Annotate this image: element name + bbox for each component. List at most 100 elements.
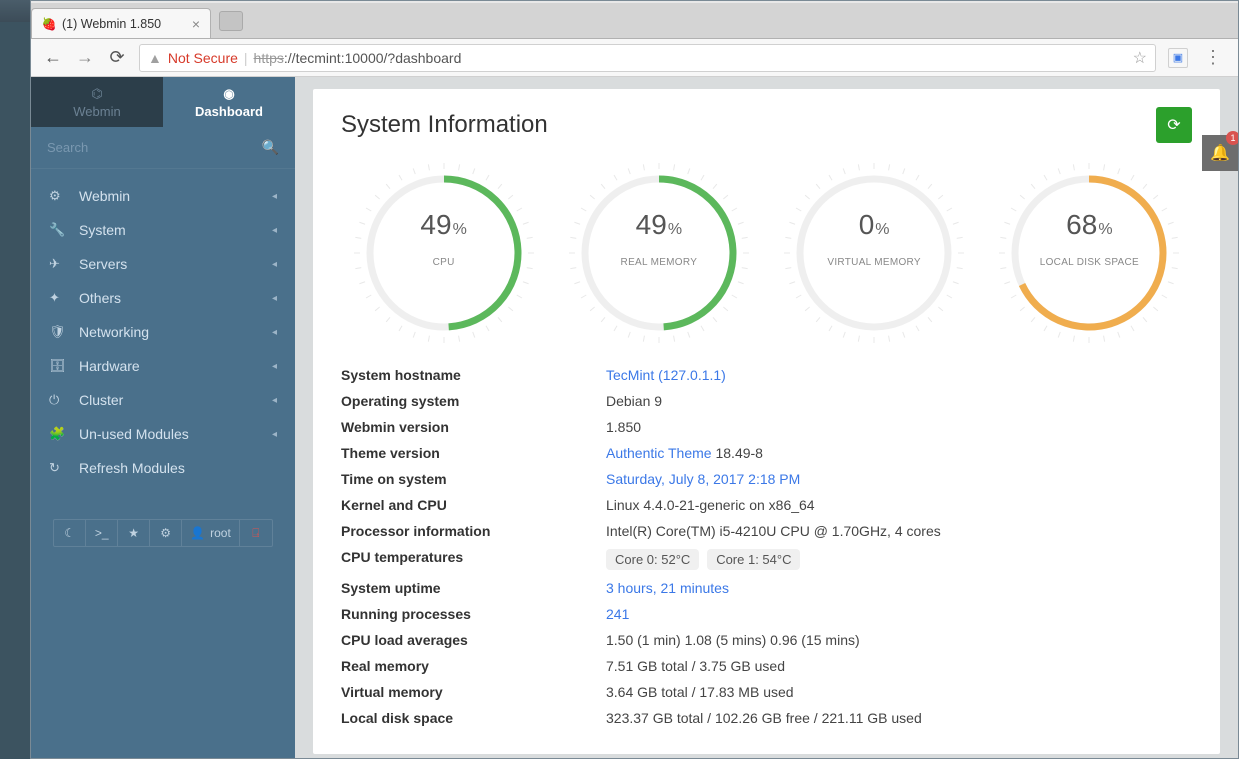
info-value: 1.850	[606, 419, 1192, 435]
terminal-button[interactable]: >_	[86, 520, 118, 546]
chevron-left-icon: ◂	[272, 293, 277, 304]
info-label: Running processes	[341, 606, 606, 622]
info-value: 7.51 GB total / 3.75 GB used	[606, 658, 1192, 674]
gauge-virtual-memory: 0% VIRTUAL MEMORY	[772, 163, 977, 343]
sidebar-item-system[interactable]: 🔧 System ◂	[31, 213, 295, 247]
menu-item-label: Others	[79, 290, 121, 306]
info-label: System hostname	[341, 367, 606, 383]
settings-tray-button[interactable]: ⚙	[150, 520, 182, 546]
info-label: Virtual memory	[341, 684, 606, 700]
menu-item-icon: 🗄	[49, 358, 69, 374]
info-label: Theme version	[341, 445, 606, 461]
sidebar-item-webmin[interactable]: ⚙ Webmin ◂	[31, 179, 295, 213]
info-label: Processor information	[341, 523, 606, 539]
info-label: Time on system	[341, 471, 606, 487]
url-text: https://tecmint:10000/?dashboard	[254, 50, 462, 66]
browser-tab[interactable]: 🍓 (1) Webmin 1.850 ×	[31, 8, 211, 38]
search-input[interactable]	[47, 140, 262, 155]
gauge-value: 0%	[784, 209, 964, 241]
info-value[interactable]: 241	[606, 606, 1192, 622]
new-tab-button[interactable]	[219, 11, 243, 31]
info-label: Local disk space	[341, 710, 606, 726]
menu-item-label: Networking	[79, 324, 149, 340]
night-mode-button[interactable]: ☾	[54, 520, 86, 546]
extension-icon[interactable]: ▣	[1168, 48, 1188, 68]
temp-badge: Core 1: 54°C	[707, 549, 800, 570]
info-label: Real memory	[341, 658, 606, 674]
side-tab-dashboard[interactable]: ◉ Dashboard	[163, 77, 295, 127]
menu-item-label: System	[79, 222, 126, 238]
info-label: Webmin version	[341, 419, 606, 435]
sidebar-item-cluster[interactable]: ⏻ Cluster ◂	[31, 383, 295, 417]
not-secure-label: Not Secure	[168, 50, 238, 66]
gauge-label: LOCAL DISK SPACE	[999, 257, 1179, 268]
bell-icon: 🔔	[1210, 143, 1230, 163]
logout-button[interactable]: ⍈	[240, 520, 272, 546]
info-value[interactable]: TecMint (127.0.1.1)	[606, 367, 1192, 383]
menu-item-icon: ↻	[49, 460, 69, 476]
sidebar-item-networking[interactable]: 🛡 Networking ◂	[31, 315, 295, 349]
reload-button[interactable]: ⟳	[107, 47, 127, 68]
menu-item-label: Servers	[79, 256, 127, 272]
side-tab-webmin-label: Webmin	[73, 104, 120, 119]
menu-item-icon: ⚙	[49, 188, 69, 204]
favorites-button[interactable]: ★	[118, 520, 150, 546]
info-label: Kernel and CPU	[341, 497, 606, 513]
menu-item-icon: 🛡	[49, 324, 69, 340]
chevron-left-icon: ◂	[272, 361, 277, 372]
info-label: CPU temperatures	[341, 549, 606, 570]
menu-item-icon: ✈	[49, 256, 69, 272]
refresh-button[interactable]: ⟳	[1156, 107, 1192, 143]
tab-title: (1) Webmin 1.850	[62, 17, 161, 31]
sidebar-item-servers[interactable]: ✈ Servers ◂	[31, 247, 295, 281]
browser-window: 🍓 (1) Webmin 1.850 × ← → ⟳ ▲ Not Secure …	[30, 0, 1239, 759]
menu-item-label: Cluster	[79, 392, 123, 408]
back-button[interactable]: ←	[43, 47, 63, 68]
chevron-left-icon: ◂	[272, 191, 277, 202]
sidebar-item-hardware[interactable]: 🗄 Hardware ◂	[31, 349, 295, 383]
chevron-left-icon: ◂	[272, 395, 277, 406]
sidebar-item-others[interactable]: ✦ Others ◂	[31, 281, 295, 315]
info-label: System uptime	[341, 580, 606, 596]
content-panel: System Information ⟳ 49% CPU	[313, 89, 1220, 754]
bottom-tray: ☾ >_ ★ ⚙ 👤 root ⍈	[53, 519, 273, 547]
info-value: Linux 4.4.0-21-generic on x86_64	[606, 497, 1192, 513]
sidebar-item-un-used-modules[interactable]: 🧩 Un-used Modules ◂	[31, 417, 295, 451]
webmin-logo-icon: ⌬	[91, 86, 102, 102]
chevron-left-icon: ◂	[272, 259, 277, 270]
info-value: 323.37 GB total / 102.26 GB free / 221.1…	[606, 710, 1192, 726]
side-tab-dashboard-label: Dashboard	[195, 104, 263, 119]
gauge-real-memory: 49% REAL MEMORY	[556, 163, 761, 343]
browser-menu-button[interactable]: ⋮	[1200, 47, 1226, 68]
search-icon[interactable]: 🔍	[262, 139, 279, 156]
menu-item-label: Webmin	[79, 188, 130, 204]
url-input[interactable]: ▲ Not Secure | https://tecmint:10000/?da…	[139, 44, 1156, 72]
menu-item-label: Hardware	[79, 358, 140, 374]
gauge-label: VIRTUAL MEMORY	[784, 257, 964, 268]
tab-close-icon[interactable]: ×	[192, 16, 200, 32]
sidebar: ⌬ Webmin ◉ Dashboard 🔍 ⚙ Webmin ◂🔧 Syste…	[31, 77, 295, 758]
chevron-left-icon: ◂	[272, 429, 277, 440]
info-value: 3.64 GB total / 17.83 MB used	[606, 684, 1192, 700]
info-value: Authentic Theme 18.49-8	[606, 445, 1192, 461]
sidebar-item-refresh-modules[interactable]: ↻ Refresh Modules	[31, 451, 295, 485]
notification-count: 1	[1226, 131, 1238, 145]
menu-item-icon: ✦	[49, 290, 69, 306]
chevron-left-icon: ◂	[272, 225, 277, 236]
gauge-value: 49%	[569, 209, 749, 241]
tab-bar: 🍓 (1) Webmin 1.850 ×	[31, 3, 1238, 39]
temp-badge: Core 0: 52°C	[606, 549, 699, 570]
info-value[interactable]: 3 hours, 21 minutes	[606, 580, 1192, 596]
bookmark-star-icon[interactable]: ☆	[1133, 48, 1147, 68]
side-tab-webmin[interactable]: ⌬ Webmin	[31, 77, 163, 127]
forward-button[interactable]: →	[75, 47, 95, 68]
user-button[interactable]: 👤 root	[182, 520, 240, 546]
refresh-icon: ⟳	[1167, 115, 1180, 135]
gauge-cpu: 49% CPU	[341, 163, 546, 343]
menu-item-label: Un-used Modules	[79, 426, 189, 442]
info-value[interactable]: Saturday, July 8, 2017 2:18 PM	[606, 471, 1192, 487]
system-info-grid: System hostnameTecMint (127.0.1.1)Operat…	[341, 367, 1192, 726]
notifications-button[interactable]: 🔔 1	[1202, 135, 1238, 171]
info-value: 1.50 (1 min) 1.08 (5 mins) 0.96 (15 mins…	[606, 632, 1192, 648]
gauge-label: CPU	[354, 257, 534, 268]
